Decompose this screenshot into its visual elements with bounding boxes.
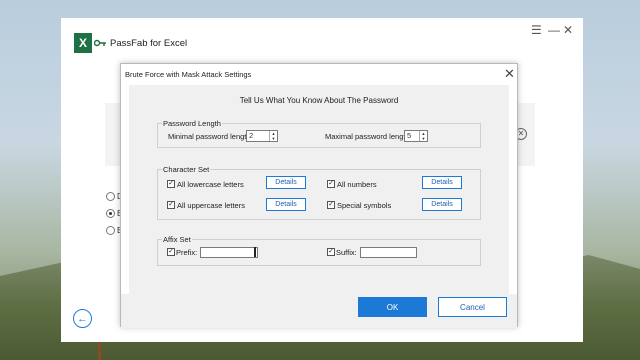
lowercase-checkbox[interactable]: ✓ bbox=[167, 180, 175, 188]
stepper-arrows-icon[interactable]: ▲ ▼ bbox=[419, 131, 427, 141]
dialog-close-icon[interactable]: ✕ bbox=[504, 66, 515, 82]
min-length-stepper[interactable]: 2 ▲ ▼ bbox=[246, 130, 278, 142]
min-length-label: Minimal password length bbox=[168, 132, 251, 141]
suffix-input[interactable] bbox=[360, 247, 417, 258]
attack-option-radio-3[interactable] bbox=[106, 226, 115, 235]
prefix-label: Prefix: bbox=[176, 248, 198, 257]
minimize-icon[interactable]: — bbox=[548, 23, 560, 37]
uppercase-label: All uppercase letters bbox=[177, 201, 245, 210]
attack-option-radio-1[interactable] bbox=[106, 192, 115, 201]
stepper-arrows-icon[interactable]: ▲ ▼ bbox=[269, 131, 277, 141]
min-length-value: 2 bbox=[249, 131, 254, 140]
numbers-details-button[interactable]: Details bbox=[422, 176, 462, 189]
app-header: X PassFab for Excel ☰ — ✕ bbox=[61, 18, 583, 68]
dialog-titlebar: Brute Force with Mask Attack Settings ✕ bbox=[121, 64, 517, 85]
symbols-label: Special symbols bbox=[337, 201, 392, 210]
prefix-input[interactable] bbox=[200, 247, 258, 258]
text-cursor-icon bbox=[254, 247, 256, 257]
uppercase-details-button[interactable]: Details bbox=[266, 198, 306, 211]
dialog-title: Brute Force with Mask Attack Settings bbox=[125, 70, 252, 79]
numbers-label: All numbers bbox=[337, 180, 377, 189]
max-length-value: 5 bbox=[407, 131, 412, 140]
password-length-title: Password Length bbox=[162, 119, 222, 128]
arrow-left-icon: ← bbox=[77, 312, 88, 325]
key-icon bbox=[94, 39, 106, 47]
max-length-label: Maximal password length bbox=[325, 132, 410, 141]
hamburger-icon[interactable]: ☰ bbox=[531, 23, 542, 37]
character-set-title: Character Set bbox=[162, 165, 211, 174]
max-length-stepper[interactable]: 5 ▲ ▼ bbox=[404, 130, 428, 142]
lowercase-details-button[interactable]: Details bbox=[266, 176, 306, 189]
prefix-checkbox[interactable]: ✓ bbox=[167, 248, 175, 256]
uppercase-checkbox[interactable]: ✓ bbox=[167, 201, 175, 209]
close-icon[interactable]: ✕ bbox=[563, 23, 573, 37]
suffix-label: Suffix: bbox=[336, 248, 357, 257]
app-title: PassFab for Excel bbox=[110, 38, 188, 49]
excel-logo-icon: X bbox=[74, 33, 92, 53]
dialog-heading: Tell Us What You Know About The Password bbox=[239, 96, 399, 105]
numbers-checkbox[interactable]: ✓ bbox=[327, 180, 335, 188]
affix-set-title: Affix Set bbox=[162, 235, 192, 244]
app-logo: X bbox=[74, 33, 106, 53]
lowercase-label: All lowercase letters bbox=[177, 180, 244, 189]
ok-button[interactable]: OK bbox=[358, 297, 427, 317]
attack-option-radio-2[interactable] bbox=[106, 209, 115, 218]
symbols-details-button[interactable]: Details bbox=[422, 198, 462, 211]
symbols-checkbox[interactable]: ✓ bbox=[327, 201, 335, 209]
back-button[interactable]: ← bbox=[73, 309, 92, 328]
suffix-checkbox[interactable]: ✓ bbox=[327, 248, 335, 256]
cancel-button[interactable]: Cancel bbox=[438, 297, 507, 317]
